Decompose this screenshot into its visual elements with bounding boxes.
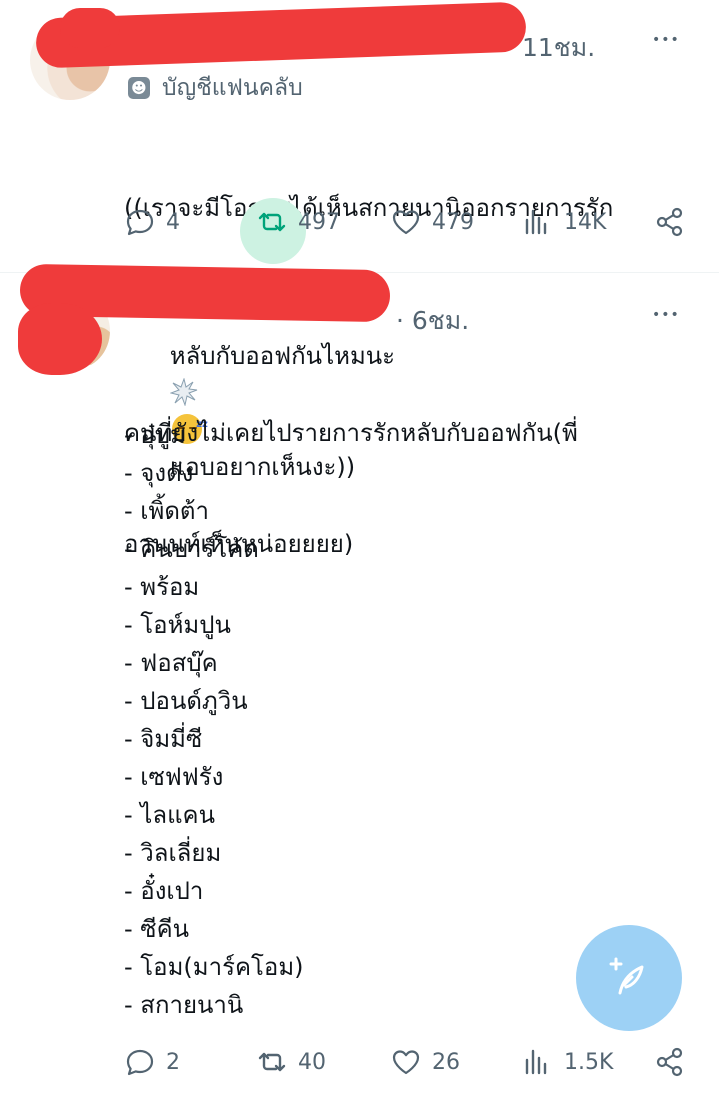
list-item: - วิลเลี่ยม [124,839,222,867]
list-item: - เซฟฟรัง [124,763,224,791]
list-item: - ฟอสบุ๊ค [124,649,218,677]
repost-icon [258,1052,286,1072]
reply-icon [126,209,154,236]
compose-button[interactable] [576,925,682,1031]
list-item: - จิมมี่ซี [124,725,203,753]
repost-count: 40 [298,1049,326,1075]
post-1[interactable]: 11ชม. ••• ☻ บัญชีแฟนคลับ ((เราจะมีโอกาสไ… [0,0,719,481]
post-actions: 2 40 26 1.5K [0,1046,719,1096]
redacted-avatar [18,303,102,375]
list-item: - คินบาร์โค้ด [124,535,259,563]
views-icon [525,1049,547,1075]
reply-count: 2 [166,1049,180,1075]
reply-icon [126,1049,154,1076]
reply-count: 4 [166,209,180,235]
like-button[interactable]: 26 [390,1046,460,1078]
repost-icon [258,212,286,232]
reply-button[interactable]: 2 [124,1046,180,1078]
views-icon [525,209,547,235]
view-count: 1.5K [564,1049,614,1075]
repost-count: 497 [298,209,340,235]
like-icon [392,210,420,235]
share-icon [656,207,683,237]
list-item: - ปอนด์ภูวิน [124,687,248,715]
more-options-button[interactable]: ••• [652,308,680,322]
list-item: - ซีคีน [124,915,190,943]
list-item: - อั๋งเปา [124,877,204,905]
fan-club-icon: ☻ [128,77,150,99]
list-item: - อุ๋บูม [124,421,186,449]
list-item: - ไลแคน [124,801,215,829]
compose-icon [609,957,644,995]
post-time: · 6ชม. [396,306,470,335]
fan-club-row: ☻ บัญชีแฟนคลับ [128,72,303,104]
reply-button[interactable]: 4 [124,206,180,238]
more-options-button[interactable]: ••• [652,33,680,47]
post-actions: 4 497 479 14K [0,198,719,264]
views-button[interactable]: 1.5K [522,1046,613,1078]
list-item: - สกายนานิ [124,991,244,1019]
repost-button[interactable]: 497 [256,206,340,238]
like-button[interactable]: 479 [390,206,474,238]
list-item: - จุงดัง [124,459,194,487]
fan-club-label: บัญชีแฟนคลับ [162,75,303,101]
like-count: 26 [432,1049,460,1075]
list-item: - โอม(มาร์คโอม) [124,953,304,981]
like-count: 479 [432,209,474,235]
view-count: 14K [564,209,607,235]
repost-button[interactable]: 40 [256,1046,326,1078]
share-button[interactable] [654,1046,686,1078]
list-item: - โอห์มปูน [124,611,231,639]
share-icon [656,1047,683,1077]
views-button[interactable]: 14K [522,206,606,238]
post-time: 11ชม. [522,33,596,62]
list-item: - เพิ้ดต้า [124,497,209,525]
like-icon [392,1050,420,1075]
share-button[interactable] [654,206,686,238]
redacted-username-extra [60,8,120,48]
list-item: - พร้อม [124,573,200,601]
artist-list: - อุ๋บูม - จุงดัง - เพิ้ดต้า - คินบาร์โค… [124,416,304,1024]
